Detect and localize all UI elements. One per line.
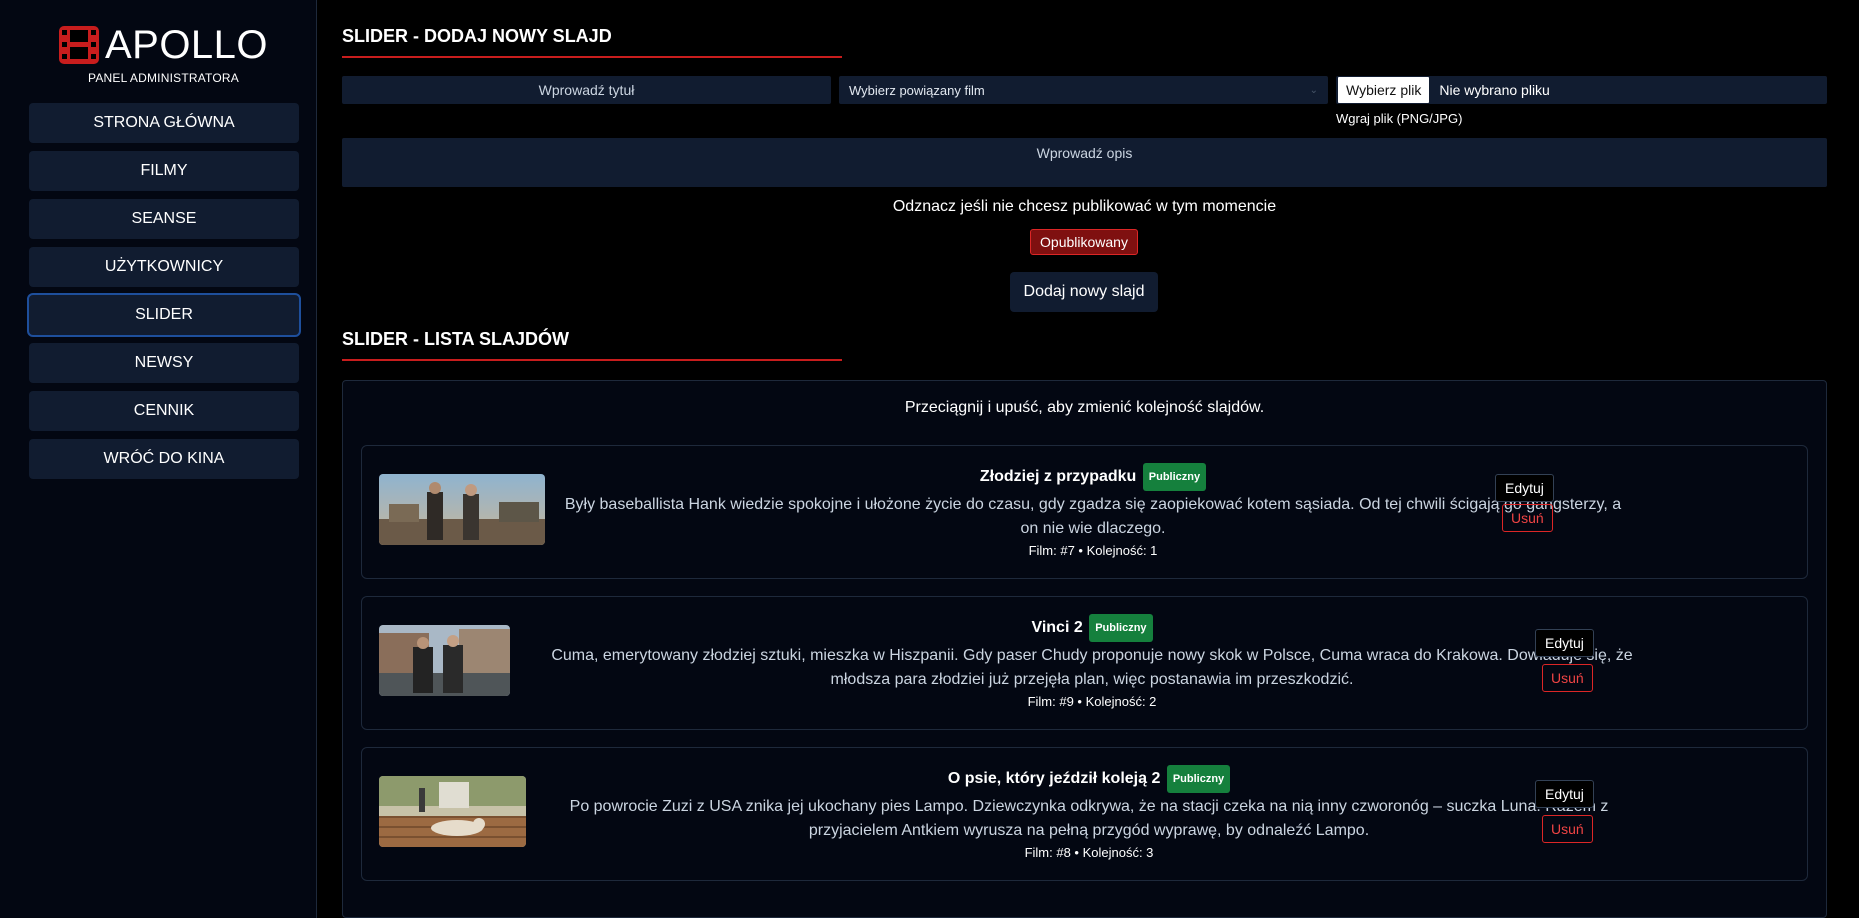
publish-toggle-button[interactable]: Opublikowany	[1030, 229, 1138, 255]
sidebar-item-pricing[interactable]: CENNIK	[29, 391, 299, 431]
slide-title: Vinci 2	[1031, 619, 1083, 636]
slide-title-line: O psie, który jeździł koleją 2 Publiczny	[538, 765, 1640, 793]
slide-card[interactable]: Złodziej z przypadku Publiczny Były base…	[361, 445, 1808, 579]
chevron-down-icon: ⌄	[1309, 84, 1318, 96]
publish-note: Odznacz jeśli nie chcesz publikować w ty…	[892, 198, 1277, 215]
slide-title: Złodziej z przypadku	[979, 468, 1137, 485]
brand-subtitle: PANEL ADMINISTRATORA	[88, 71, 239, 85]
slide-card[interactable]: O psie, który jeździł koleją 2 Publiczny…	[361, 747, 1808, 881]
slide-thumbnail	[379, 474, 545, 545]
edit-button[interactable]: Edytuj	[1495, 474, 1554, 502]
slide-card[interactable]: Vinci 2 Publiczny Cuma, emerytowany złod…	[361, 596, 1808, 730]
heading-underline	[342, 56, 842, 58]
description-textarea[interactable]: Wprowadź opis	[342, 138, 1827, 187]
choose-file-button[interactable]: Wybierz plik	[1338, 77, 1430, 103]
slide-thumbnail	[379, 625, 510, 696]
brand-name: APOLLO	[104, 22, 269, 67]
brand-logo[interactable]: APOLLO	[0, 20, 327, 70]
delete-button[interactable]: Usuń	[1542, 815, 1593, 843]
slide-body: O psie, który jeździł koleją 2 Publiczny…	[538, 765, 1640, 860]
title-input[interactable]	[342, 76, 831, 104]
sidebar-item-back-to-cinema[interactable]: WRÓĆ DO KINA	[29, 439, 299, 479]
sidebar-nav: STRONA GŁÓWNA FILMY SEANSE UŻYTKOWNICY S…	[27, 103, 301, 487]
status-badge: Publiczny	[1142, 463, 1207, 491]
slide-body: Złodziej z przypadku Publiczny Były base…	[558, 463, 1628, 558]
slide-list-panel: Przeciągnij i upuść, aby zmienić kolejno…	[342, 380, 1827, 918]
file-hint: Wgraj plik (PNG/JPG)	[1336, 111, 1463, 126]
sidebar-item-movies[interactable]: FILMY	[29, 151, 299, 191]
slide-title-line: Vinci 2 Publiczny	[520, 614, 1664, 642]
delete-button[interactable]: Usuń	[1502, 504, 1553, 532]
edit-button[interactable]: Edytuj	[1535, 780, 1594, 808]
slide-meta: Film: #7 • Kolejność: 1	[1028, 543, 1158, 558]
slide-body: Vinci 2 Publiczny Cuma, emerytowany złod…	[520, 614, 1664, 709]
sidebar-item-news[interactable]: NEWSY	[29, 343, 299, 383]
status-badge: Publiczny	[1089, 614, 1153, 642]
heading-underline	[342, 359, 842, 361]
slide-meta: Film: #8 • Kolejność: 3	[1024, 845, 1154, 860]
slide-list-heading: SLIDER - LISTA SLAJDÓW	[342, 329, 569, 349]
sidebar: APOLLO PANEL ADMINISTRATORA STRONA GŁÓWN…	[0, 0, 317, 918]
slide-title-line: Złodziej z przypadku Publiczny	[558, 463, 1628, 491]
film-select[interactable]: Wybierz powiązany film ⌄	[839, 76, 1328, 104]
film-select-value: Wybierz powiązany film	[849, 82, 985, 98]
slide-title: O psie, który jeździł koleją 2	[947, 770, 1161, 787]
file-status: Nie wybrano pliku	[1439, 82, 1550, 98]
slide-description: Cuma, emerytowany złodziej sztuki, miesz…	[551, 647, 1633, 688]
slide-meta: Film: #9 • Kolejność: 2	[1027, 694, 1157, 709]
sidebar-item-users[interactable]: UŻYTKOWNICY	[29, 247, 299, 287]
sidebar-item-slider[interactable]: SLIDER	[27, 293, 301, 337]
sidebar-item-home[interactable]: STRONA GŁÓWNA	[29, 103, 299, 143]
add-slide-heading: SLIDER - DODAJ NOWY SLAJD	[342, 26, 612, 46]
film-reel-icon	[58, 26, 99, 64]
delete-button[interactable]: Usuń	[1542, 664, 1593, 692]
drag-drop-hint: Przeciągnij i upuść, aby zmienić kolejno…	[904, 399, 1265, 416]
edit-button[interactable]: Edytuj	[1535, 629, 1594, 657]
status-badge: Publiczny	[1166, 765, 1231, 793]
file-input[interactable]: Wybierz plik Nie wybrano pliku	[1336, 76, 1827, 104]
slide-description: Po powrocie Zuzi z USA znika jej ukochan…	[569, 798, 1609, 839]
sidebar-item-screenings[interactable]: SEANSE	[29, 199, 299, 239]
add-slide-button[interactable]: Dodaj nowy slajd	[1010, 272, 1158, 312]
slide-description: Były baseballista Hank wiedzie spokojne …	[564, 496, 1622, 537]
slide-thumbnail	[379, 776, 526, 847]
